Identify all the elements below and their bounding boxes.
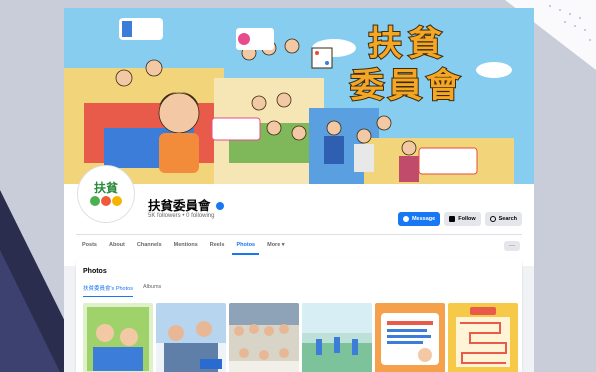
more-options-button[interactable]: ··· (504, 241, 520, 251)
tab-posts[interactable]: Posts (76, 239, 103, 255)
follow-label: Follow (458, 216, 476, 222)
photos-heading: Photos (83, 268, 107, 275)
page-avatar[interactable]: 扶貧 (78, 166, 134, 222)
follow-button[interactable]: Follow (444, 212, 481, 226)
messenger-icon (402, 216, 409, 222)
follower-count[interactable]: 5K followers • 0 following (148, 213, 214, 219)
subtab-page-photos[interactable]: 扶貧委員會's Photos (83, 284, 133, 297)
photo-thumbnail[interactable] (229, 303, 299, 372)
header-divider (76, 234, 522, 235)
facebook-page: 扶貧 委員會 扶貧 扶貧委員會 5K followers • 0 followi… (64, 8, 534, 372)
photo-grid (83, 303, 518, 372)
tab-photos[interactable]: Photos (230, 239, 261, 255)
search-label: Search (498, 216, 517, 222)
avatar-badges (90, 196, 122, 206)
page-name-text: 扶貧委員會 (148, 198, 211, 213)
follow-icon (449, 216, 456, 222)
search-button[interactable]: Search (484, 212, 522, 226)
page-tabs: Posts About Channels Mentions Reels Phot… (76, 239, 291, 255)
photo-thumbnail[interactable] (83, 303, 153, 372)
subtab-albums[interactable]: Albums (143, 284, 161, 297)
tab-reels[interactable]: Reels (204, 239, 231, 255)
message-button[interactable]: Message (397, 212, 441, 226)
photo-thumbnail[interactable] (448, 303, 518, 372)
tab-about[interactable]: About (103, 239, 131, 255)
avatar-text: 扶貧 (93, 181, 118, 195)
page-title: 扶貧委員會 (148, 195, 224, 214)
tab-more[interactable]: More ▾ (261, 239, 290, 255)
photo-thumbnail[interactable] (302, 303, 372, 372)
photo-thumbnail[interactable] (375, 303, 445, 372)
profile-header: 扶貧 扶貧委員會 5K followers • 0 following Mess… (64, 166, 534, 266)
cover-title-line2: 委員會 (349, 65, 464, 107)
tab-mentions[interactable]: Mentions (168, 239, 204, 255)
photos-subtabs: 扶貧委員會's Photos Albums (83, 284, 161, 297)
photos-section: Photos 扶貧委員會's Photos Albums (76, 258, 522, 372)
page-actions: Message Follow Search (397, 212, 522, 226)
search-icon (489, 216, 496, 222)
verified-badge-icon (215, 201, 224, 210)
message-label: Message (411, 216, 436, 222)
photo-thumbnail[interactable] (156, 303, 226, 372)
tab-channels[interactable]: Channels (131, 239, 168, 255)
cover-photo[interactable]: 扶貧 委員會 (64, 8, 534, 184)
